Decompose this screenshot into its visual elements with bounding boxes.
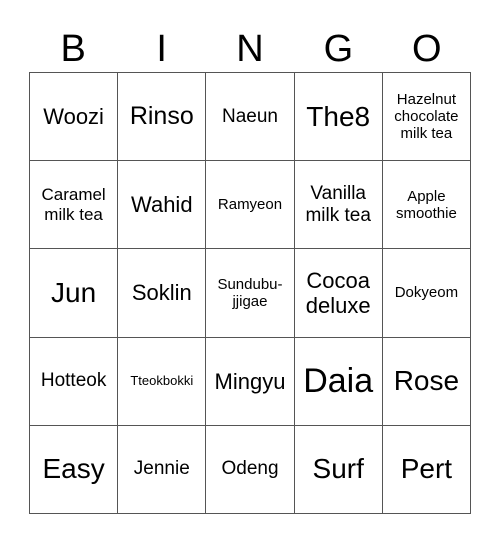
bingo-cell[interactable]: Apple smoothie (382, 161, 471, 250)
bingo-cell[interactable]: Hazelnut chocolate milk tea (382, 73, 471, 162)
bingo-cell[interactable]: Hotteok (30, 337, 119, 426)
bingo-cell[interactable]: Rose (382, 337, 471, 426)
bingo-cell[interactable]: Naeun (206, 73, 295, 162)
header-letter-b: B (60, 28, 86, 70)
bingo-grid: Woozi Rinso Naeun The8 Hazelnut chocolat… (29, 72, 471, 514)
bingo-cell[interactable]: The8 (294, 73, 383, 162)
bingo-cell[interactable]: Rinso (118, 73, 207, 162)
bingo-cell[interactable]: Pert (382, 425, 471, 514)
header-letter-i: I (156, 28, 167, 70)
bingo-cell[interactable]: Daia (294, 337, 383, 426)
bingo-cell[interactable]: Jun (30, 249, 119, 338)
bingo-cell[interactable]: Vanilla milk tea (294, 161, 383, 250)
bingo-cell[interactable]: Soklin (118, 249, 207, 338)
bingo-cell[interactable]: Caramel milk tea (30, 161, 119, 250)
bingo-header: B I N G O (29, 22, 471, 72)
bingo-cell[interactable]: Tteokbokki (118, 337, 207, 426)
header-letter-g: G (323, 28, 354, 70)
bingo-cell[interactable]: Dokyeom (382, 249, 471, 338)
bingo-cell[interactable]: Odeng (206, 425, 295, 514)
bingo-cell[interactable]: Wahid (118, 161, 207, 250)
bingo-cell[interactable]: Surf (294, 425, 383, 514)
bingo-cell[interactable]: Easy (30, 425, 119, 514)
bingo-cell[interactable]: Woozi (30, 73, 119, 162)
bingo-cell[interactable]: Jennie (118, 425, 207, 514)
header-letter-n: N (236, 28, 264, 70)
bingo-cell[interactable]: Cocoa deluxe (294, 249, 383, 338)
bingo-cell[interactable]: Ramyeon (206, 161, 295, 250)
bingo-cell[interactable]: Sundubu-jjigae (206, 249, 295, 338)
bingo-cell[interactable]: Mingyu (206, 337, 295, 426)
header-letter-o: O (412, 28, 442, 70)
